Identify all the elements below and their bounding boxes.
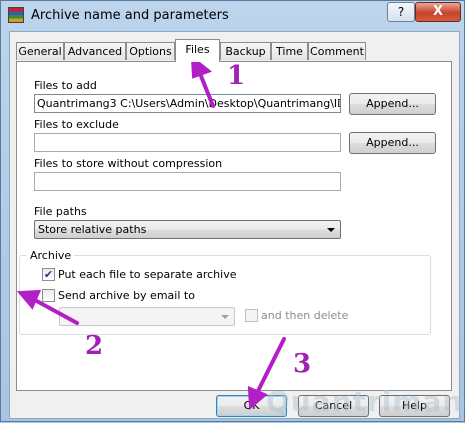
tab-files[interactable]: Files — [175, 39, 220, 62]
arrow-3 — [255, 337, 286, 395]
annotation-step-2: 2 — [85, 331, 104, 361]
arrow-2 — [31, 297, 79, 325]
arrow-3-head — [247, 385, 268, 411]
annotation-step-1: 1 — [227, 61, 246, 91]
arrow-1 — [197, 69, 215, 108]
annotation-step-3: 3 — [293, 349, 312, 379]
dialog-window: Archive name and parameters ? X General … — [0, 0, 465, 422]
arrow-2-head — [16, 289, 42, 310]
